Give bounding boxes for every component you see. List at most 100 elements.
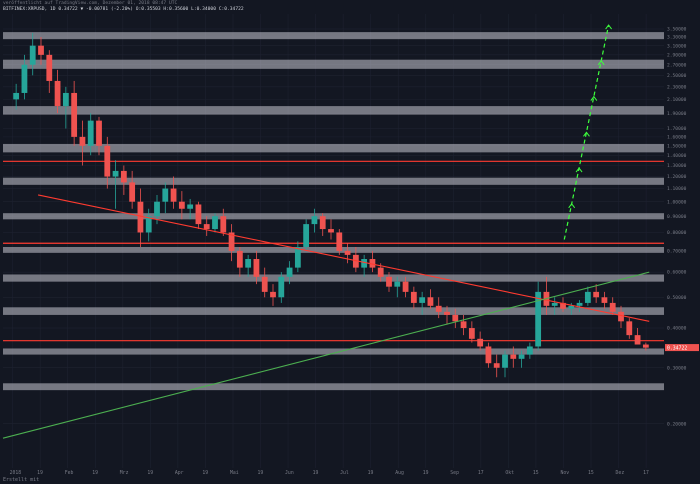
candle-body [468, 328, 475, 339]
candle-body [485, 346, 492, 364]
candle-body [154, 201, 160, 217]
candle-body [253, 258, 260, 277]
candle-body [502, 354, 508, 368]
y-tick-label: 2.70000 [667, 62, 687, 68]
candle-body [245, 258, 252, 268]
candle-body [435, 305, 442, 312]
x-tick-label: 15 [533, 470, 539, 476]
y-tick-label: 0.70000 [667, 248, 687, 254]
candle-body [568, 305, 575, 309]
footer-note: Erstellt mit [3, 477, 40, 483]
price-chart[interactable]: 3.50000 3.30000 3.10000 2.90000 2.70000 2.500… [0, 0, 700, 484]
y-tick-label: 1.30000 [667, 163, 687, 169]
x-tick-label: 19 [368, 470, 374, 476]
resistance-zone [3, 143, 664, 153]
y-tick-label: 0.50000 [667, 295, 687, 301]
x-tick-label: 19 [423, 470, 429, 476]
x-tick-label: 19 [313, 470, 319, 476]
candle-body [303, 224, 310, 247]
x-axis-panel [0, 468, 700, 476]
candle-body [79, 136, 86, 146]
resistance-zone [3, 246, 664, 253]
candle-body [336, 232, 343, 251]
y-tick-label: 1.00000 [667, 199, 687, 205]
candle-body [410, 291, 417, 303]
candle-body [87, 120, 94, 146]
candle-body [270, 291, 276, 298]
candle-body [593, 291, 600, 298]
candle-body [96, 120, 102, 146]
y-tick-label: 3.10000 [667, 43, 687, 49]
chart-header: veröffentlicht auf TradingView.com, Deze… [0, 0, 700, 18]
resistance-zone [3, 177, 664, 185]
resistance-zone [3, 32, 664, 40]
x-tick-label: Jul [340, 470, 349, 476]
candle-body [112, 170, 119, 177]
x-tick-label: 19 [258, 470, 264, 476]
candle-body [444, 311, 450, 315]
candle-body [460, 321, 467, 329]
candle-body [609, 302, 616, 312]
candle-body [319, 216, 326, 230]
x-tick-label: Feb [65, 470, 74, 476]
candle-body [618, 311, 624, 322]
candle-body [120, 170, 127, 183]
candle-body [212, 216, 218, 230]
candle-body [526, 346, 533, 355]
candle-body [21, 64, 28, 93]
candle-body [642, 344, 649, 348]
candle-body [419, 297, 426, 303]
candle-body [203, 224, 210, 230]
candle-body [311, 216, 318, 225]
candle-body [162, 188, 169, 202]
symbol-ohlc-line: BITFINEX:XRPUSD, 1D 0.34722 ▼ -0.00781 (… [3, 7, 244, 12]
y-tick-label: 3.50000 [667, 27, 687, 33]
candle-body [178, 201, 185, 209]
y-tick-label: 0.40000 [667, 326, 687, 332]
y-tick-label: 1.60000 [667, 134, 687, 140]
candle-body [626, 321, 633, 336]
x-tick-label: 19 [37, 470, 43, 476]
x-tick-label: Aug [395, 470, 404, 476]
candle-body [170, 188, 177, 202]
x-tick-label: Mrz [120, 470, 129, 476]
x-tick-label: Dez [616, 470, 625, 476]
candle-body [38, 45, 44, 55]
candle-body [261, 276, 268, 292]
y-tick-label: 1.40000 [667, 153, 687, 159]
candle-body [294, 246, 301, 268]
candle-body [187, 204, 194, 209]
candle-body [29, 45, 36, 65]
candle-body [601, 297, 608, 303]
candle-body [62, 92, 69, 107]
y-tick-label: 1.70000 [667, 126, 687, 132]
candle-body [584, 291, 591, 303]
y-tick-label: 1.10000 [667, 186, 687, 192]
x-tick-label: Mai [230, 470, 239, 476]
candle-body [220, 216, 227, 233]
candle-body [13, 92, 20, 100]
candle-body [236, 250, 243, 268]
candle-body [402, 281, 409, 292]
candle-body [71, 92, 78, 137]
candle-body [477, 338, 484, 347]
y-tick-label: 0.60000 [667, 270, 687, 276]
y-tick-label: 0.90000 [667, 214, 687, 220]
x-tick-label: 19 [202, 470, 208, 476]
y-tick-label: 0.30000 [667, 365, 687, 371]
y-tick-label: 0.20000 [667, 421, 687, 427]
resistance-zone [3, 383, 664, 391]
candle-body [54, 80, 61, 107]
x-tick-label: Apr [175, 470, 184, 476]
candle-body [344, 250, 351, 255]
candle-body [452, 314, 459, 322]
y-tick-label: 2.50000 [667, 73, 687, 79]
x-tick-label: Okt [505, 470, 514, 476]
candle-body [634, 335, 641, 345]
candle-body [328, 229, 334, 233]
resistance-zone [3, 106, 664, 115]
candle-body [576, 302, 583, 306]
y-tick-label: 1.20000 [667, 174, 687, 180]
x-tick-label: 19 [147, 470, 153, 476]
candle-body [427, 297, 434, 306]
